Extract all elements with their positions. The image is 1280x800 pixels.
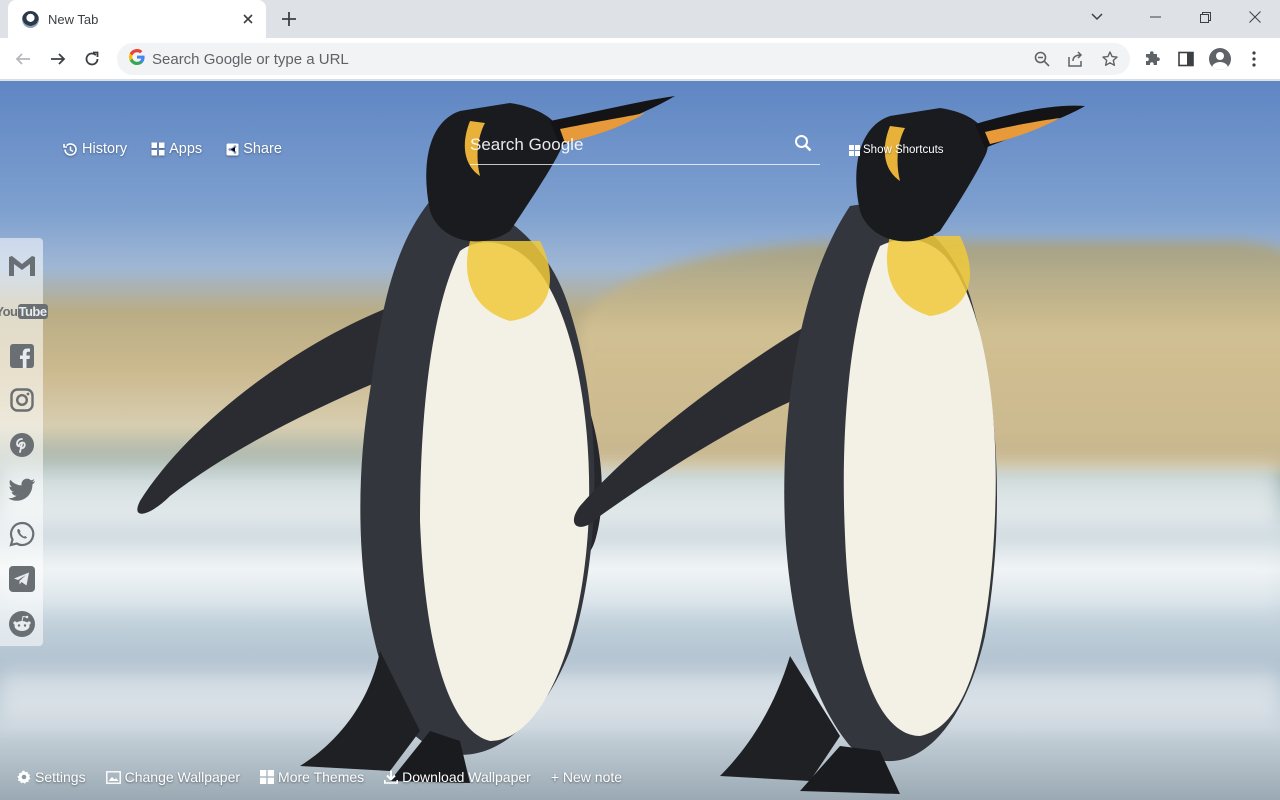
more-themes-label: More Themes xyxy=(278,769,365,785)
gear-icon xyxy=(17,770,31,784)
bottom-toolbar: Settings Change Wallpaper More Themes Do… xyxy=(17,769,622,785)
tab-favicon-icon xyxy=(22,10,39,28)
whatsapp-icon[interactable] xyxy=(4,512,40,557)
new-tab-page: History Apps Share Show Shortcuts YouTub… xyxy=(0,81,1280,800)
change-wallpaper-label: Change Wallpaper xyxy=(124,769,241,785)
apps-link[interactable]: Apps xyxy=(151,141,202,157)
close-window-button[interactable] xyxy=(1230,0,1280,34)
youtube-icon[interactable]: YouTube xyxy=(0,289,48,334)
tab-close-icon[interactable] xyxy=(240,11,256,27)
search-input[interactable] xyxy=(470,133,780,157)
forward-button[interactable] xyxy=(42,43,74,75)
grid-icon xyxy=(849,144,860,156)
image-icon xyxy=(105,770,121,784)
reload-button[interactable] xyxy=(76,43,108,75)
tab-search-chevron-down-icon[interactable] xyxy=(1080,0,1114,34)
gmail-icon[interactable] xyxy=(4,244,40,289)
tab-new-tab[interactable]: New Tab xyxy=(8,0,266,38)
zoom-out-icon[interactable] xyxy=(1030,47,1054,71)
show-shortcuts-button[interactable]: Show Shortcuts xyxy=(849,144,944,156)
reddit-icon[interactable] xyxy=(4,601,40,646)
download-wallpaper-button[interactable]: Download Wallpaper xyxy=(384,769,531,785)
top-links: History Apps Share xyxy=(63,141,282,157)
minimize-button[interactable] xyxy=(1130,0,1180,34)
download-icon xyxy=(384,770,399,784)
apps-grid-icon xyxy=(151,142,165,156)
history-link[interactable]: History xyxy=(63,141,127,157)
pinterest-icon[interactable] xyxy=(4,423,40,468)
omnibox-input[interactable] xyxy=(152,50,972,68)
telegram-icon[interactable] xyxy=(4,557,40,602)
penguin-right-image xyxy=(573,105,1085,794)
extensions-puzzle-icon[interactable] xyxy=(1140,47,1164,71)
settings-label: Settings xyxy=(35,769,86,785)
more-themes-button[interactable]: More Themes xyxy=(260,769,364,785)
history-label: History xyxy=(82,141,128,157)
share-label: Share xyxy=(243,141,282,157)
new-note-label: + New note xyxy=(550,769,623,785)
new-note-button[interactable]: + New note xyxy=(551,769,622,785)
share-icon xyxy=(226,143,239,155)
share-page-icon[interactable] xyxy=(1064,47,1088,71)
address-bar[interactable] xyxy=(117,43,1130,75)
restore-button[interactable] xyxy=(1180,0,1230,34)
browser-toolbar xyxy=(0,38,1280,80)
twitter-icon[interactable] xyxy=(4,467,40,512)
google-g-icon xyxy=(127,49,147,69)
instagram-icon[interactable] xyxy=(4,378,40,423)
youtube-tube-text: Tube xyxy=(17,303,48,319)
tab-strip: New Tab xyxy=(0,0,1280,38)
new-tab-button[interactable] xyxy=(276,6,302,32)
tab-title: New Tab xyxy=(48,11,99,27)
social-sidebar: YouTube xyxy=(0,238,48,646)
facebook-icon[interactable] xyxy=(4,333,40,378)
side-panel-icon[interactable] xyxy=(1174,47,1198,71)
youtube-you-text: You xyxy=(0,303,18,319)
search-icon[interactable] xyxy=(792,132,814,154)
bookmark-star-icon[interactable] xyxy=(1098,47,1122,71)
back-button[interactable] xyxy=(7,43,39,75)
search-box xyxy=(470,127,820,165)
download-wallpaper-label: Download Wallpaper xyxy=(402,769,531,785)
apps-label: Apps xyxy=(169,141,203,157)
change-wallpaper-button[interactable]: Change Wallpaper xyxy=(105,769,241,785)
history-icon xyxy=(63,142,77,156)
show-shortcuts-label: Show Shortcuts xyxy=(863,144,944,156)
kebab-menu-icon[interactable] xyxy=(1242,47,1266,71)
profile-avatar-icon[interactable] xyxy=(1208,47,1232,71)
settings-button[interactable]: Settings xyxy=(17,769,86,785)
share-link[interactable]: Share xyxy=(226,141,282,157)
grid-icon xyxy=(260,770,275,784)
